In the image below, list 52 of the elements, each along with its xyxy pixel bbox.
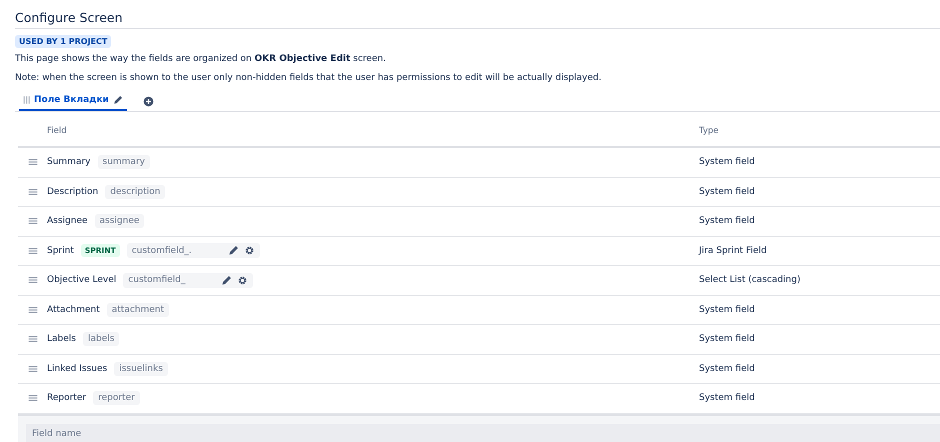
drag-handle-icon[interactable] [28, 246, 38, 256]
usage-lozenge: USED BY 1 PROJECT [15, 35, 112, 48]
drag-handle-icon[interactable] [28, 393, 38, 404]
add-tab-icon[interactable] [142, 96, 154, 106]
settings-icon[interactable] [237, 274, 248, 286]
field-type: Jira Sprint Field [699, 246, 768, 256]
tab-label[interactable]: Поле Вкладки [34, 95, 109, 105]
column-header: Field [47, 126, 68, 136]
field-type: System field [699, 334, 756, 344]
field-type: System field [699, 186, 756, 197]
drag-handle-icon[interactable] [28, 186, 38, 197]
field-key-text: customfield_ [128, 275, 186, 286]
field-key: issuelinks [114, 362, 168, 376]
field-type: System field [699, 364, 756, 374]
field-name: Reporter [47, 393, 86, 404]
settings-icon[interactable] [244, 245, 255, 256]
drag-handle-icon[interactable] [28, 334, 38, 344]
field-key-text: customfield_. [132, 246, 192, 256]
drag-handle-icon[interactable] [23, 95, 30, 105]
column-header: Type [699, 126, 720, 136]
field-key: reporter [93, 391, 140, 406]
field-name: Attachment [47, 304, 100, 315]
description-text: This page shows the way the fields are organized on OKR Objective Edit screen. [15, 53, 387, 66]
field-key: attachment [106, 302, 170, 317]
pencil-icon[interactable] [228, 245, 239, 256]
field-type: Select List (cascading) [699, 275, 802, 286]
field-name: Description [47, 186, 98, 197]
field-type: System field [699, 304, 756, 315]
field-type: System field [699, 216, 756, 226]
drag-handle-icon[interactable] [28, 157, 38, 168]
drag-handle-icon[interactable] [28, 304, 38, 315]
field-type: System field [699, 393, 756, 404]
field-name: Sprint [47, 246, 74, 256]
drag-handle-icon[interactable] [28, 216, 38, 226]
field-name: Labels [47, 334, 76, 344]
pencil-icon[interactable] [221, 274, 232, 286]
field-name: Assignee [47, 216, 88, 226]
field-key: description [105, 184, 166, 199]
field-key: assignee [94, 214, 144, 228]
page-title: Configure Screen [15, 10, 124, 27]
note-text: Note: when the screen is shown to the user only non-hidden fields that the user has permissions to edit will be actually displayed. [15, 72, 602, 85]
drag-handle-icon[interactable] [28, 364, 38, 374]
tab[interactable]: Поле Вкладки [19, 91, 127, 111]
field-name-input[interactable]: Field name [26, 424, 940, 442]
drag-handle-icon[interactable] [28, 275, 38, 286]
field-key: labels [82, 332, 120, 346]
field-name: Objective Level [47, 275, 116, 286]
field-key: summary [98, 155, 150, 170]
pencil-icon[interactable] [112, 95, 123, 105]
field-name: Linked Issues [47, 364, 108, 374]
field-type: System field [699, 157, 756, 168]
field-name: Summary [47, 157, 90, 168]
